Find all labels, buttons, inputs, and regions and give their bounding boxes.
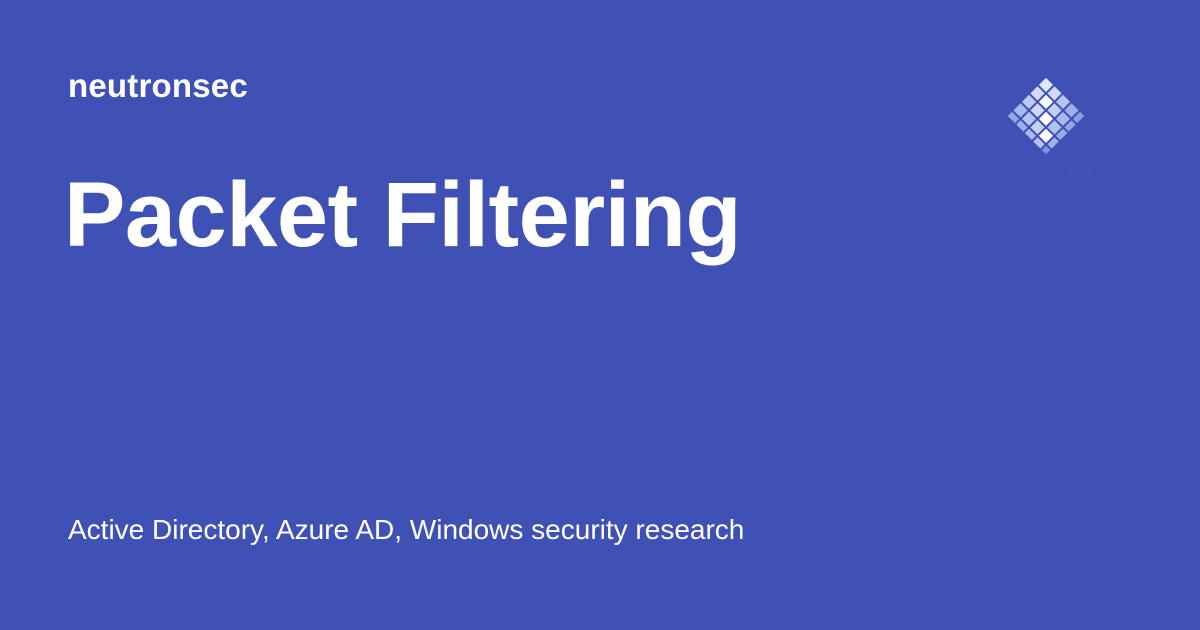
diamond-grid-logo-icon — [1007, 77, 1085, 155]
logo-wordmark: neutronsec — [998, 161, 1094, 179]
social-card: neutronsec Packet Filtering Active Direc… — [0, 0, 1200, 630]
site-name: neutronsec — [68, 67, 248, 104]
page-title: Packet Filtering — [64, 164, 742, 266]
brand-logo: neutronsec — [986, 74, 1106, 186]
site-description: Active Directory, Azure AD, Windows secu… — [68, 514, 745, 545]
